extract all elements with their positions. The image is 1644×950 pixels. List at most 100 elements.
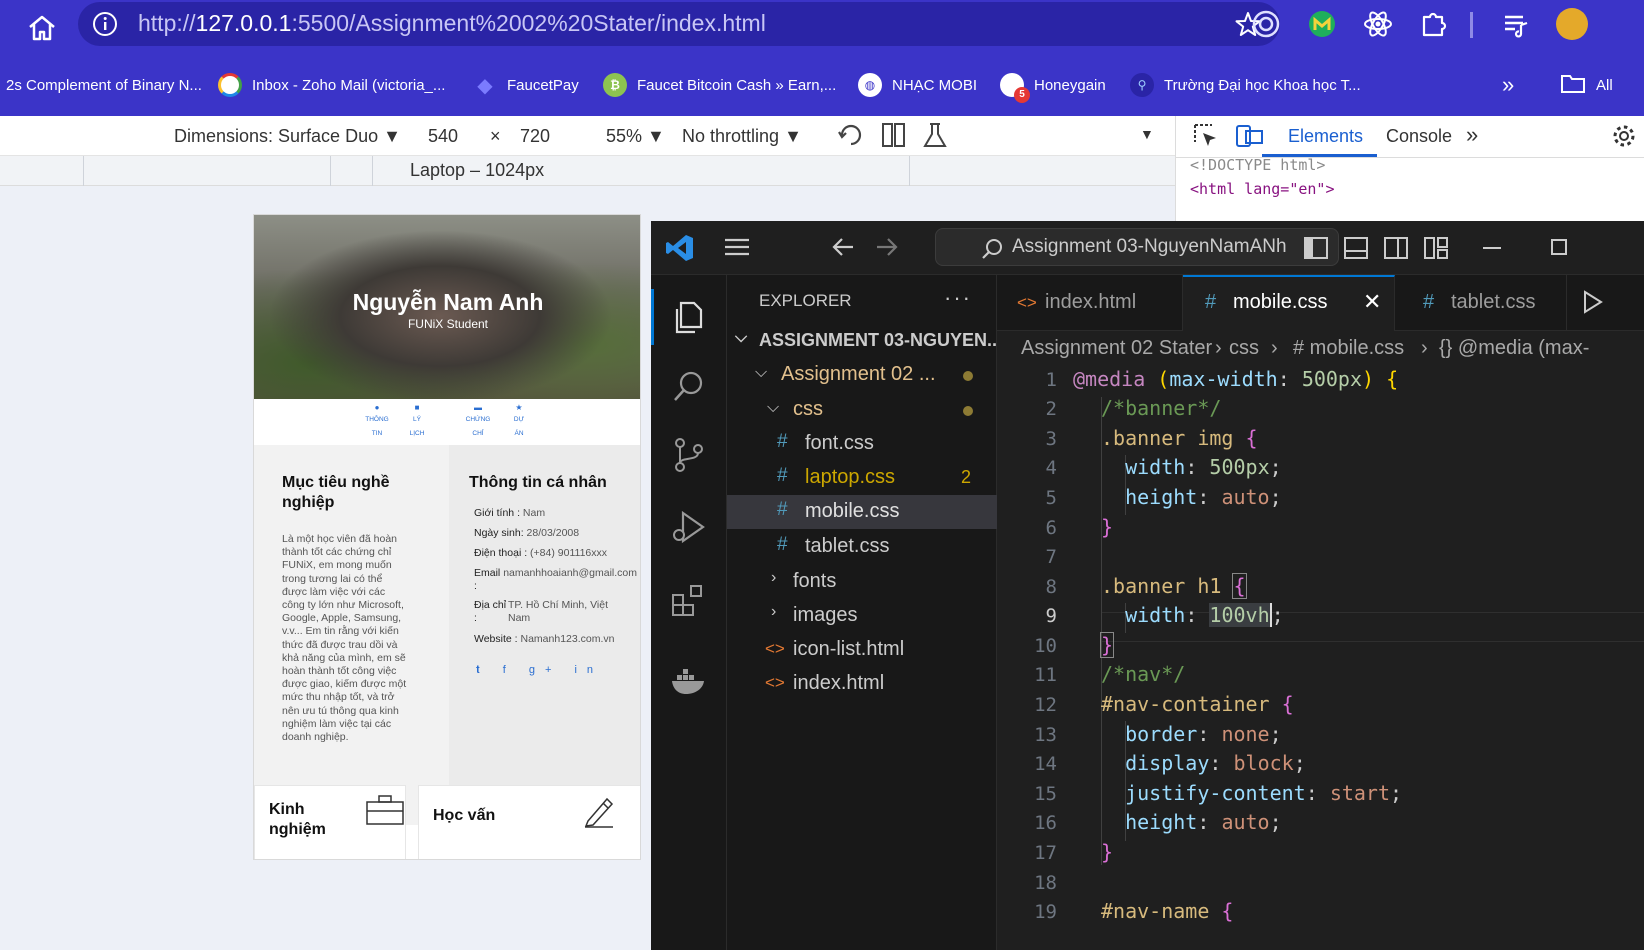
tree-folder-images[interactable]: › images xyxy=(727,599,997,633)
breadcrumb-item[interactable]: css xyxy=(1229,337,1259,360)
more-tabs-icon[interactable]: » xyxy=(1466,122,1478,148)
bookmarks-bar: 2s Complement of Binary N... Inbox - Zoh… xyxy=(0,56,1644,116)
bookmark-item[interactable]: ◍ NHẠC MOBI xyxy=(858,70,977,100)
device-dimensions-select[interactable]: Dimensions: Surface Duo ▼ xyxy=(174,126,401,147)
tree-root[interactable]: ⌵ ASSIGNMENT 03-NGUYEN... xyxy=(727,323,1002,357)
extension-target-icon[interactable] xyxy=(1250,8,1282,40)
tree-file-index-html[interactable]: <> index.html xyxy=(727,667,997,701)
more-bookmarks-button[interactable]: » xyxy=(1502,70,1514,100)
customize-layout-icon[interactable] xyxy=(1423,235,1449,266)
css-hash-icon: # xyxy=(1423,291,1435,313)
tree-label: css xyxy=(793,398,823,420)
profile-avatar[interactable] xyxy=(1556,8,1588,40)
dom-node-html[interactable]: <html lang="en"> xyxy=(1190,180,1335,198)
code-editor[interactable]: 1 2 3 4 5 6 7 8 9 10 11 12 13 14 15 16 1… xyxy=(997,367,1644,950)
info-address: TP. Hồ Chí Minh, Việt Nam xyxy=(508,599,608,625)
minimize-icon[interactable] xyxy=(1483,247,1501,249)
toggle-panel-icon[interactable] xyxy=(1343,235,1369,266)
tree-file-icon-list-html[interactable]: <> icon-list.html xyxy=(727,633,997,667)
tree-folder-fonts[interactable]: › fonts xyxy=(727,565,997,599)
info-value: 28/03/2008 xyxy=(526,527,580,539)
toggle-sidebar-icon[interactable] xyxy=(1303,235,1329,266)
react-devtools-icon[interactable] xyxy=(1362,8,1394,40)
explorer-more-icon[interactable]: ··· xyxy=(944,285,972,311)
rotate-icon[interactable] xyxy=(836,120,866,155)
search-icon[interactable] xyxy=(669,367,709,407)
bookmark-item[interactable]: ₿ Faucet Bitcoin Cash » Earn,... xyxy=(603,70,836,100)
media-queue-icon[interactable] xyxy=(1500,8,1532,40)
throttling-label: No throttling xyxy=(682,126,780,146)
device-height-input[interactable]: 720 xyxy=(520,126,550,147)
dimension-separator: × xyxy=(490,126,501,146)
tree-file-mobile-css[interactable]: # mobile.css xyxy=(727,495,997,529)
extensions-icon[interactable] xyxy=(669,581,709,621)
bookmark-item[interactable]: ◆ FaucetPay xyxy=(473,70,578,100)
bookmark-folder-all[interactable]: All xyxy=(1560,70,1613,100)
chevron-right-icon: › xyxy=(771,603,777,620)
nav-item-info[interactable]: ● THÔNG TIN xyxy=(360,403,394,441)
info-email: Email namanhhoaianh@gmail.com xyxy=(474,567,637,579)
forward-arrow-icon[interactable] xyxy=(873,235,899,264)
command-center[interactable]: Assignment 03-NguyenNamANh xyxy=(935,228,1339,266)
menu-hamburger-icon[interactable] xyxy=(723,234,751,265)
breadcrumb-item[interactable]: # mobile.css xyxy=(1293,337,1404,360)
tab-mobile-css[interactable]: # mobile.css ✕ xyxy=(1183,275,1395,331)
run-debug-icon[interactable] xyxy=(669,507,709,547)
device-toolbar: Dimensions: Surface Duo ▼ 540 × 720 55% … xyxy=(0,116,1175,156)
device-options-caret-icon[interactable]: ▼ xyxy=(1140,126,1154,142)
code-line: } xyxy=(1101,515,1114,539)
zoom-select[interactable]: 55% ▼ xyxy=(606,126,665,147)
dom-node-doctype[interactable]: <!DOCTYPE html> xyxy=(1190,156,1325,174)
extension-green-icon[interactable] xyxy=(1306,8,1338,40)
tab-elements[interactable]: Elements xyxy=(1288,126,1363,147)
docker-icon[interactable] xyxy=(669,661,709,701)
sensors-icon[interactable] xyxy=(920,120,950,155)
globe-icon: ◍ xyxy=(858,73,882,97)
bookmark-item[interactable]: 2s Complement of Binary N... xyxy=(6,70,202,100)
bookmark-item[interactable]: 5 Honeygain xyxy=(1000,70,1106,103)
dual-screen-icon[interactable] xyxy=(878,120,908,155)
code-line: } xyxy=(1101,840,1114,864)
tab-tablet-css[interactable]: # tablet.css xyxy=(1395,275,1567,331)
play-icon xyxy=(1581,289,1605,321)
bookmark-item[interactable]: ⚲ Trường Đại học Khoa học T... xyxy=(1130,70,1361,100)
run-file-button[interactable] xyxy=(1567,275,1644,331)
url-text[interactable]: http://127.0.0.1:5500/Assignment%2002%20… xyxy=(138,10,766,37)
info-colon: : xyxy=(474,580,477,592)
nav-item-projects[interactable]: ★ DỰ ÁN xyxy=(502,403,536,441)
device-toggle-icon[interactable] xyxy=(1234,122,1264,155)
address-bar[interactable]: http://127.0.0.1:5500/Assignment%2002%20… xyxy=(78,2,1280,46)
tree-folder-assignment[interactable]: ⌵ Assignment 02 ... xyxy=(727,358,997,392)
tree-file-font-css[interactable]: # font.css xyxy=(727,427,997,461)
tree-file-laptop-css[interactable]: # laptop.css 2 xyxy=(727,461,997,495)
search-icon xyxy=(980,237,1004,266)
settings-gear-icon[interactable] xyxy=(1611,123,1637,154)
close-icon[interactable]: ✕ xyxy=(1363,289,1381,315)
source-control-icon[interactable] xyxy=(669,435,709,475)
home-icon[interactable] xyxy=(22,8,62,48)
info-label: Địa chỉ xyxy=(474,599,507,611)
social-links[interactable]: 𝐭 f g+ in xyxy=(476,664,603,677)
tab-index-html[interactable]: <> index.html xyxy=(997,275,1183,331)
tab-console[interactable]: Console xyxy=(1386,126,1452,147)
tree-folder-css[interactable]: ⌵ css xyxy=(727,393,997,427)
nav-item-resume[interactable]: ■ LÝ LỊCH xyxy=(400,403,434,441)
media-query-label: Laptop – 1024px xyxy=(410,160,545,180)
inspect-element-icon[interactable] xyxy=(1192,122,1220,155)
career-goal-title: Mục tiêu nghề nghiệp xyxy=(282,473,390,513)
tree-file-tablet-css[interactable]: # tablet.css xyxy=(727,530,997,564)
toggle-secondary-sidebar-icon[interactable] xyxy=(1383,235,1409,266)
breadcrumb-item[interactable]: Assignment 02 Stater xyxy=(1021,337,1212,360)
back-arrow-icon[interactable] xyxy=(831,235,857,264)
site-info-icon[interactable] xyxy=(92,11,118,37)
bookmark-item[interactable]: Inbox - Zoho Mail (victoria_... xyxy=(218,70,445,100)
explorer-files-icon[interactable] xyxy=(669,297,709,337)
throttling-select[interactable]: No throttling ▼ xyxy=(682,126,802,147)
breadcrumb-item[interactable]: {} @media (max- xyxy=(1439,337,1589,360)
device-width-input[interactable]: 540 xyxy=(428,126,458,147)
maximize-icon[interactable] xyxy=(1551,239,1567,255)
tree-label: icon-list.html xyxy=(793,638,905,660)
dimensions-label: Dimensions: Surface Duo xyxy=(174,126,379,146)
nav-item-certificates[interactable]: ▬ CHỨNG CHỈ xyxy=(461,403,495,441)
extensions-puzzle-icon[interactable] xyxy=(1418,8,1450,40)
